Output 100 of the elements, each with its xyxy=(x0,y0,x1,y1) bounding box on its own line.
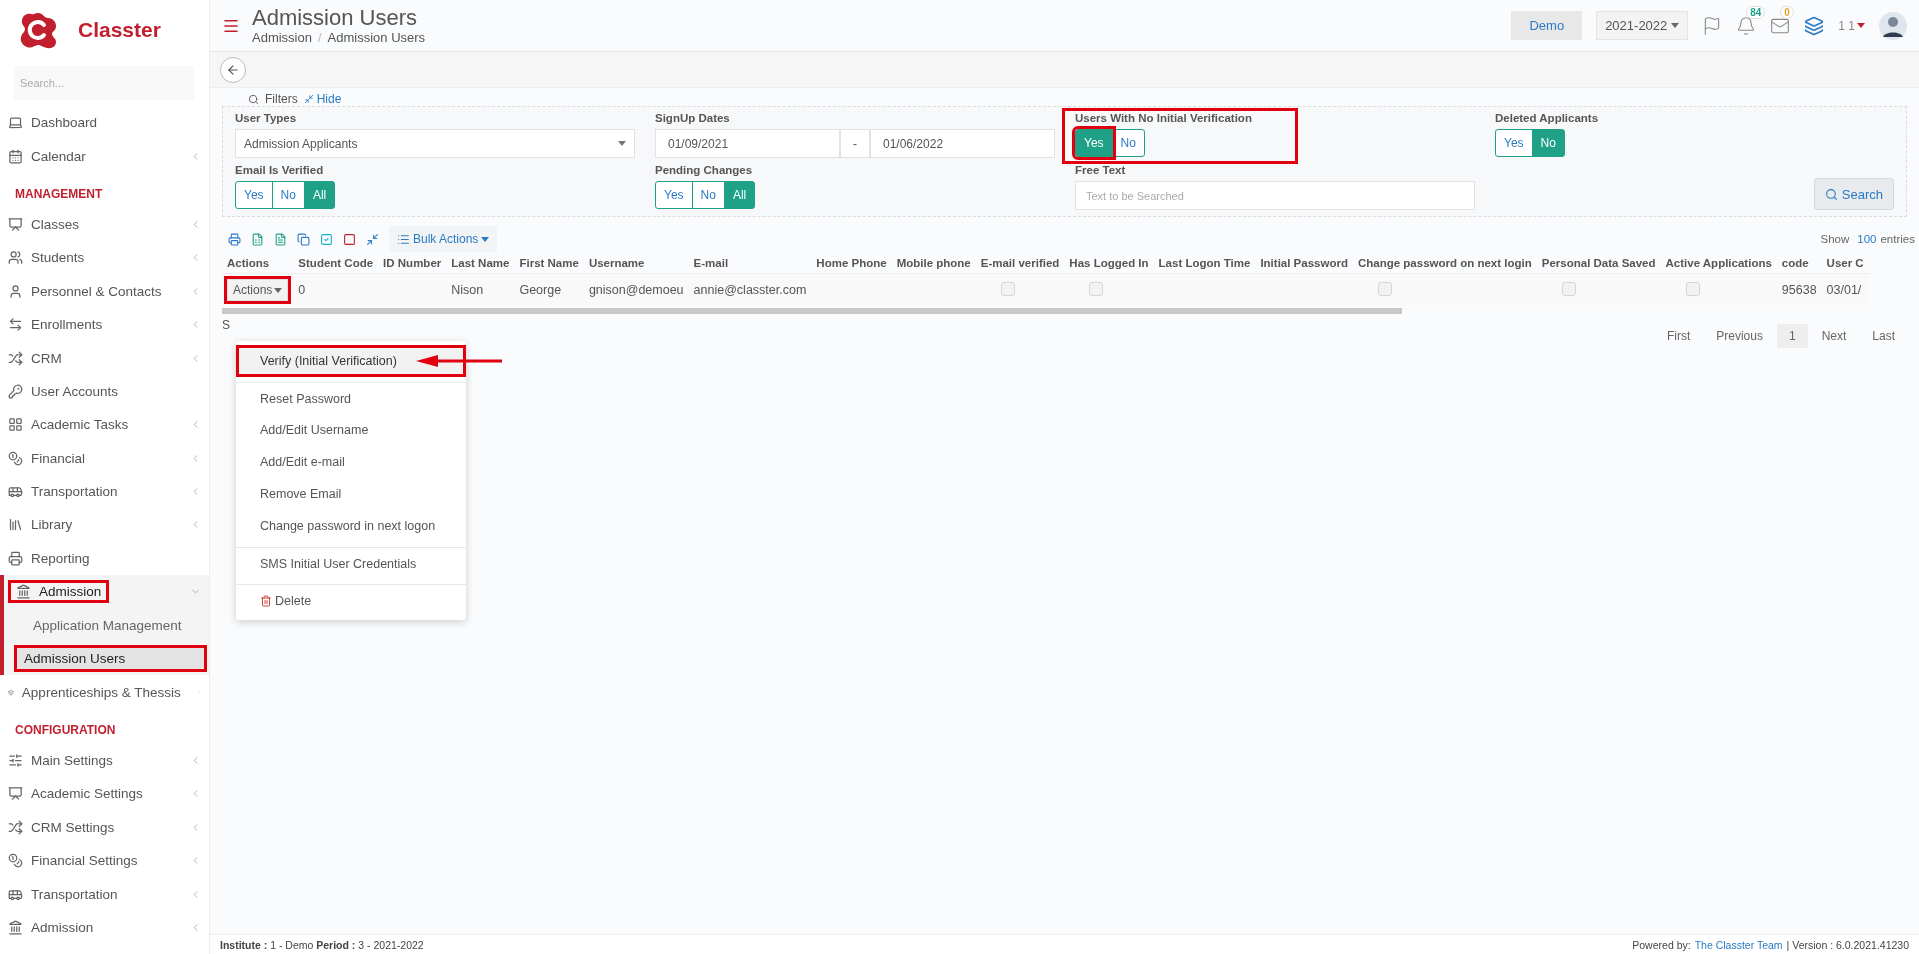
toggle-option[interactable]: Yes xyxy=(1495,129,1533,157)
spreadsheet-icon[interactable] xyxy=(251,232,264,246)
sidebar-item[interactable]: Transportation xyxy=(0,474,209,509)
search-field[interactable]: Search... xyxy=(14,66,194,100)
column-header[interactable]: Last Logon Time xyxy=(1153,253,1256,274)
sidebar-item[interactable]: Financial xyxy=(0,441,209,475)
checkbox[interactable] xyxy=(1000,281,1015,296)
page-size-link[interactable]: 100 xyxy=(1857,233,1877,245)
school-button[interactable]: Demo xyxy=(1511,11,1583,40)
date-field[interactable]: 01/09/2021 xyxy=(655,129,840,158)
page-link[interactable]: Last xyxy=(1860,324,1907,348)
menu-item[interactable]: Reset Password xyxy=(236,382,466,414)
actions-button[interactable]: Actions xyxy=(227,279,289,301)
page-link[interactable]: Previous xyxy=(1704,324,1775,348)
menu-item[interactable]: Add/Edit Username xyxy=(236,414,466,446)
breadcrumb-item[interactable]: Admission xyxy=(252,30,312,46)
column-header[interactable]: Student Code xyxy=(293,253,379,274)
checkbox[interactable] xyxy=(1089,281,1104,296)
square-icon[interactable] xyxy=(343,232,356,246)
sidebar-item[interactable]: Personnel & Contacts xyxy=(0,274,209,308)
menu-item[interactable]: SMS Initial User Credentials xyxy=(236,547,466,579)
column-header[interactable]: Last Name xyxy=(446,253,515,274)
sidebar-item[interactable]: Enrollments xyxy=(0,307,209,342)
period-select[interactable]: 2021-2022 xyxy=(1596,11,1689,40)
column-header[interactable]: E-mail xyxy=(688,253,812,274)
sidebar-item[interactable]: Academic Settings xyxy=(0,777,209,811)
collapse-icon[interactable] xyxy=(366,232,379,246)
column-header[interactable]: User C xyxy=(1821,253,1869,274)
books-icon xyxy=(8,517,23,533)
filter-label: Email Is Verified xyxy=(235,163,325,178)
sidebar-item[interactable]: Apprenticeships & Thessis xyxy=(0,675,209,709)
sidebar-item[interactable]: Financial Settings xyxy=(0,844,209,878)
free-text-field[interactable]: Text to be Searched xyxy=(1075,181,1475,210)
menu-item[interactable]: Remove Email xyxy=(236,478,466,510)
menu-item[interactable]: Add/Edit e-mail xyxy=(236,446,466,478)
menu-item[interactable]: Change password in next logon xyxy=(236,510,466,542)
breadcrumb-item[interactable]: Admission Users xyxy=(327,30,426,46)
sidebar-item[interactable]: Reporting xyxy=(0,541,209,576)
toggle-option[interactable]: Yes xyxy=(655,181,693,209)
file-icon[interactable] xyxy=(274,232,287,246)
column-header[interactable]: ID Number xyxy=(378,253,447,274)
date-field[interactable]: 01/06/2022 xyxy=(870,129,1055,158)
show-label: Show xyxy=(1820,233,1850,245)
print-icon[interactable] xyxy=(228,232,241,246)
column-header[interactable]: Actions xyxy=(222,253,294,274)
sidebar-item[interactable]: Academic Tasks xyxy=(0,408,209,442)
logo-icon xyxy=(18,10,58,50)
checkbox[interactable] xyxy=(1561,281,1576,296)
back-button[interactable] xyxy=(220,56,246,83)
page-link[interactable]: First xyxy=(1654,324,1703,348)
sidebar-item[interactable]: Dashboard xyxy=(0,106,209,140)
sidebar-subitem[interactable]: Admission Users xyxy=(14,645,207,673)
search-button[interactable]: Search xyxy=(1813,178,1894,210)
layers-icon[interactable] xyxy=(1804,15,1825,36)
column-header[interactable]: code xyxy=(1776,253,1822,274)
notification-count: 84 xyxy=(1746,5,1766,19)
sidebar-item[interactable]: Classes xyxy=(0,207,209,242)
column-header[interactable]: Username xyxy=(583,253,689,274)
column-header[interactable]: Home Phone xyxy=(811,253,892,274)
copy-icon[interactable] xyxy=(297,232,310,246)
column-header[interactable]: Initial Password xyxy=(1255,253,1353,274)
scrollbar[interactable] xyxy=(222,308,1402,314)
bell-icon[interactable] xyxy=(1736,15,1757,36)
menu-item[interactable]: Delete xyxy=(236,584,466,616)
shuffle-icon xyxy=(8,350,23,366)
sidebar-item[interactable]: User Accounts xyxy=(0,374,209,409)
toggle-option[interactable]: Yes xyxy=(235,181,273,209)
column-header[interactable]: First Name xyxy=(514,253,584,274)
sidebar-item[interactable]: Main Settings xyxy=(0,743,209,778)
sidebar-item[interactable]: Library xyxy=(0,508,209,542)
sidebar-item[interactable]: CRM Settings xyxy=(0,810,209,845)
search-icon xyxy=(248,93,259,105)
toggle-option[interactable]: No xyxy=(691,181,725,209)
user-types-select[interactable]: Admission Applicants xyxy=(235,129,635,158)
column-header[interactable]: Mobile phone xyxy=(891,253,976,274)
bulk-actions-button[interactable]: Bulk Actions xyxy=(389,226,498,252)
column-header[interactable]: Active Applications xyxy=(1660,253,1777,274)
trash-icon xyxy=(260,594,272,607)
toggle-option[interactable]: No xyxy=(271,181,305,209)
hide-link[interactable]: Hide xyxy=(303,92,342,106)
check-square-icon[interactable] xyxy=(320,232,333,246)
table-cell: gnison@demoeu xyxy=(588,283,684,297)
avatar[interactable] xyxy=(1879,11,1907,40)
sidebar-item[interactable]: Admission xyxy=(0,910,209,945)
page-link[interactable]: 1 xyxy=(1776,324,1808,348)
column-header[interactable]: Personal Data Saved xyxy=(1536,253,1661,274)
section-heading: CONFIGURATION xyxy=(14,722,117,740)
sidebar-item[interactable]: Calendar xyxy=(0,139,209,173)
team-link[interactable]: The Classter Team xyxy=(1694,938,1783,951)
column-header[interactable]: E-mail verified xyxy=(975,253,1065,274)
sidebar-item[interactable]: Students xyxy=(0,241,209,275)
checkbox[interactable] xyxy=(1685,281,1700,296)
menu-item[interactable]: Verify (Initial Verification) xyxy=(236,345,466,377)
sidebar-item[interactable]: CRM xyxy=(0,341,209,375)
checkbox[interactable] xyxy=(1377,281,1392,296)
column-header[interactable]: Change password on next login xyxy=(1352,253,1537,274)
page-link[interactable]: Next xyxy=(1809,324,1859,348)
sidebar-subitem[interactable]: Application Management xyxy=(24,608,209,643)
sidebar-item[interactable]: Transportation xyxy=(0,877,209,911)
column-header[interactable]: Has Logged In xyxy=(1064,253,1154,274)
